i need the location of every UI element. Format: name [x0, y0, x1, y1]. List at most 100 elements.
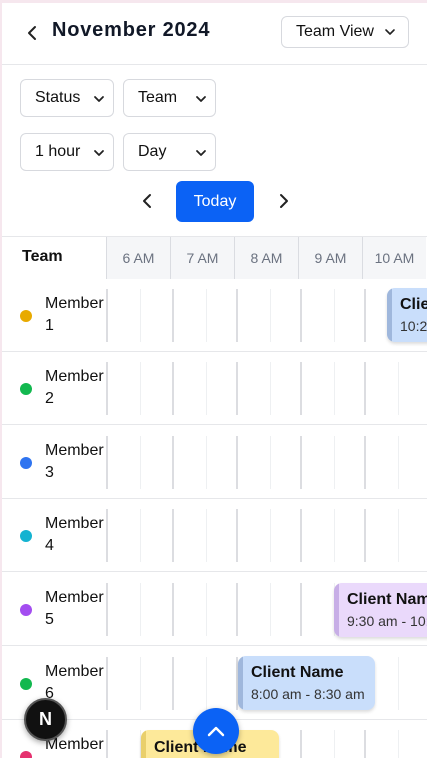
half-hour-gridline [398, 509, 399, 562]
member-color-dot [20, 678, 32, 690]
range-filter[interactable]: Day [123, 133, 216, 171]
hour-gridline [236, 362, 238, 415]
member-color-dot [20, 310, 32, 322]
hour-gridline [364, 509, 366, 562]
half-hour-gridline [206, 583, 207, 636]
view-select[interactable]: Team View [281, 16, 409, 48]
hour-gridline [364, 730, 366, 758]
app-frame: November 2024 Team View Status Team 1 ho… [0, 0, 427, 758]
event-accent [141, 730, 146, 758]
half-hour-gridline [398, 657, 399, 710]
event-time: 8:00 am - 8:30 am [251, 686, 365, 702]
event-card[interactable]: Client Name 8:00 am - 8:30 am [238, 656, 375, 710]
hour-gridline [106, 436, 108, 489]
half-hour-gridline [140, 436, 141, 489]
hour-gridline [300, 436, 302, 489]
chevron-down-icon [196, 150, 206, 156]
half-hour-gridline [270, 436, 271, 489]
half-hour-gridline [334, 730, 335, 758]
event-accent [387, 288, 392, 342]
hour-gridline [172, 583, 174, 636]
hour-gridline [364, 436, 366, 489]
status-filter-value: Status [35, 89, 81, 106]
chevron-right-icon [280, 194, 288, 208]
event-title: Client Name [251, 664, 344, 681]
frame-edge [0, 0, 427, 3]
team-column-header: Team [22, 248, 63, 265]
hour-gridline [300, 730, 302, 758]
hour-header: 6 AM [106, 237, 170, 279]
member-row: Member 2 [0, 352, 427, 425]
half-hour-gridline [206, 362, 207, 415]
half-hour-gridline [398, 436, 399, 489]
previous-day-button[interactable] [136, 190, 158, 212]
hour-gridline [106, 583, 108, 636]
chevron-down-icon [94, 150, 104, 156]
top-bar: November 2024 Team View [0, 0, 427, 65]
half-hour-gridline [270, 289, 271, 342]
half-hour-gridline [398, 730, 399, 758]
half-hour-gridline [206, 436, 207, 489]
half-hour-gridline [206, 657, 207, 710]
half-hour-gridline [140, 289, 141, 342]
today-button[interactable]: Today [176, 181, 254, 222]
hour-header: 10 AM [362, 237, 426, 279]
hour-gridline [236, 583, 238, 636]
hour-gridline [300, 583, 302, 636]
view-select-value: Team View [296, 23, 374, 40]
hour-gridline [300, 509, 302, 562]
next-day-button[interactable] [273, 190, 295, 212]
range-filter-value: Day [138, 143, 167, 160]
chevron-up-icon [207, 726, 225, 737]
half-hour-gridline [140, 583, 141, 636]
hour-gridline [172, 289, 174, 342]
page-title: November 2024 [52, 19, 211, 41]
member-name: Member 5 [45, 589, 104, 628]
event-accent [238, 656, 243, 710]
hour-gridline [106, 730, 108, 758]
hour-header: 7 AM [170, 237, 234, 279]
half-hour-gridline [270, 362, 271, 415]
event-card[interactable]: Client Name 9:30 am - 10:30 am [334, 583, 427, 637]
event-time: 10:20 am [400, 318, 427, 334]
hour-gridline [106, 657, 108, 710]
timeline-header: Team 6 AM 7 AM 8 AM 9 AM 10 AM [0, 236, 427, 280]
hour-header: 8 AM [234, 237, 298, 279]
half-hour-gridline [270, 583, 271, 636]
event-title: Client Name [400, 296, 427, 313]
member-name: Member 3 [45, 442, 104, 481]
member-color-dot [20, 530, 32, 542]
member-name: Member 2 [45, 368, 104, 407]
hour-gridline [106, 362, 108, 415]
member-color-dot [20, 383, 32, 395]
hour-gridline [364, 289, 366, 342]
interval-filter[interactable]: 1 hour [20, 133, 114, 171]
hour-gridline [300, 362, 302, 415]
event-accent [334, 583, 339, 637]
hour-gridline [364, 362, 366, 415]
event-title: Client Name [347, 591, 427, 608]
hour-gridline [236, 436, 238, 489]
member-row: Member 1 [0, 279, 427, 352]
hour-gridline [106, 289, 108, 342]
half-hour-gridline [398, 362, 399, 415]
hour-gridline [172, 436, 174, 489]
team-filter[interactable]: Team [123, 79, 216, 117]
member-row: Member 4 [0, 499, 427, 572]
hour-gridline [236, 509, 238, 562]
member-name: Member 4 [45, 515, 104, 554]
scroll-top-button[interactable] [193, 708, 239, 754]
chevron-down-icon [94, 96, 104, 102]
member-row: Member 3 [0, 426, 427, 499]
back-button[interactable] [20, 21, 44, 45]
status-filter[interactable]: Status [20, 79, 114, 117]
hour-gridline [172, 509, 174, 562]
hour-gridline [106, 509, 108, 562]
half-hour-gridline [140, 362, 141, 415]
chevron-left-icon [143, 194, 151, 208]
event-card[interactable]: Client Name 10:20 am [387, 288, 427, 342]
member-color-dot [20, 751, 32, 758]
n-badge-button[interactable]: N [24, 698, 67, 741]
half-hour-gridline [334, 509, 335, 562]
chevron-down-icon [196, 96, 206, 102]
